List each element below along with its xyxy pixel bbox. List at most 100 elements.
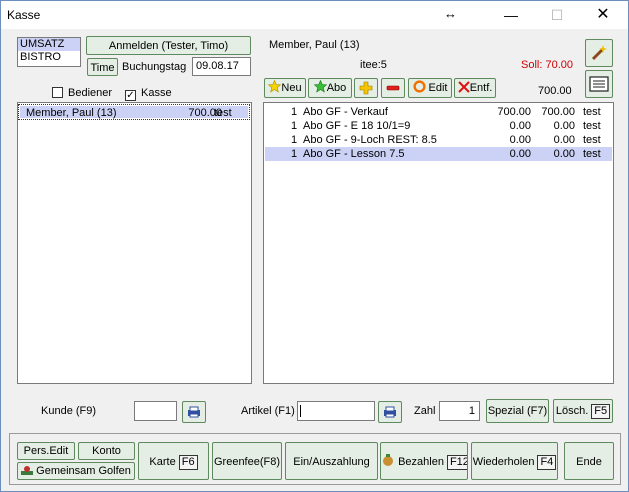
- cross-icon: [457, 81, 470, 93]
- money-bag-icon: [383, 454, 393, 466]
- kunde-input[interactable]: [134, 401, 177, 421]
- mode-item-bistro[interactable]: BISTRO: [18, 51, 80, 64]
- new-button[interactable]: Neu: [264, 78, 306, 98]
- item-count: itee:5: [360, 59, 387, 71]
- cash-register-icon: [589, 76, 609, 92]
- table-row[interactable]: 1 Abo GF - 9-Loch REST: 8.5 0.00 0.00 te…: [265, 133, 612, 147]
- booking-day-label: Buchungstag: [122, 61, 187, 73]
- loesch-button[interactable]: Lösch. F5: [553, 399, 613, 423]
- member-name: Member, Paul (13): [269, 39, 360, 51]
- minus-icon: [386, 85, 400, 91]
- login-button[interactable]: Anmelden (Tester, Timo): [86, 36, 251, 55]
- ein-auszahlung-button[interactable]: Ein/Auszahlung: [285, 442, 378, 480]
- bezahlen-button[interactable]: Bezahlen F12: [380, 442, 468, 480]
- magic-wand-button[interactable]: [585, 39, 613, 67]
- soll-amount: Soll: 70.00: [521, 59, 573, 71]
- item-note: test: [583, 120, 601, 132]
- item-qty: 1: [291, 106, 298, 118]
- printer-icon: [384, 406, 396, 418]
- minus-button[interactable]: [381, 78, 405, 98]
- edit-button[interactable]: Edit: [408, 78, 452, 98]
- bediener-checkbox-box[interactable]: [52, 87, 63, 98]
- karte-button[interactable]: Karte F6: [138, 442, 209, 480]
- item-note: test: [583, 106, 601, 118]
- zahl-value: 1: [468, 405, 475, 417]
- magic-wand-icon: [591, 45, 607, 61]
- wiederholen-key: F4: [537, 455, 557, 470]
- item-name: Abo GF - 9-Loch REST: 8.5: [303, 134, 437, 146]
- item-qty: 1: [291, 120, 298, 132]
- close-icon[interactable]: ✕: [580, 5, 626, 25]
- gemeinsam-golfen-button[interactable]: Gemeinsam Golfen: [17, 462, 135, 480]
- bediener-label: Bediener: [68, 87, 113, 99]
- artikel-label: Artikel (F1): [241, 405, 295, 417]
- booking-day-field: 09.08.17: [192, 57, 251, 76]
- item-price: 0.00: [509, 148, 531, 160]
- item-name: Abo GF - E 18 10/1=9: [303, 120, 411, 132]
- spezial-button[interactable]: Spezial (F7): [486, 399, 549, 423]
- item-total: 0.00: [553, 120, 575, 132]
- item-qty: 1: [291, 134, 298, 146]
- table-row[interactable]: 1 Abo GF - Lesson 7.5 0.00 0.00 test: [265, 147, 612, 161]
- item-name: Abo GF - Lesson 7.5: [303, 148, 405, 160]
- item-note: test: [583, 134, 601, 146]
- mode-item-umsatz[interactable]: UMSATZ: [18, 38, 80, 51]
- resize-arrows-icon: ↔: [444, 6, 457, 21]
- mode-list[interactable]: UMSATZ BISTRO: [17, 37, 81, 67]
- bediener-checkbox[interactable]: Bediener: [52, 87, 112, 99]
- ende-button[interactable]: Ende: [564, 442, 614, 480]
- golf-icon: [21, 466, 34, 475]
- total-amount: 700.00: [538, 85, 572, 97]
- delete-button[interactable]: Entf.: [454, 78, 496, 98]
- karte-button-label: Karte: [149, 456, 176, 468]
- artikel-input[interactable]: [297, 401, 375, 421]
- item-total: 700.00: [541, 106, 575, 118]
- kunde-label: Kunde (F9): [41, 405, 97, 417]
- wiederholen-button-label: Wiederholen: [472, 456, 535, 468]
- gemeinsam-golfen-label: Gemeinsam Golfen: [36, 465, 131, 477]
- table-row[interactable]: 1 Abo GF - E 18 10/1=9 0.00 0.00 test: [265, 119, 612, 133]
- text-cursor: [300, 405, 301, 417]
- pers-edit-button[interactable]: Pers.Edit: [17, 442, 75, 460]
- star-yellow-icon: [268, 79, 282, 93]
- list-item[interactable]: Member, Paul (13) 700.00 test: [18, 104, 250, 120]
- window-title: Kasse: [7, 8, 41, 22]
- abo-button[interactable]: Abo: [308, 78, 352, 98]
- item-price: 0.00: [509, 120, 531, 132]
- ring-icon: [412, 80, 426, 93]
- bezahlen-button-label: Bezahlen: [398, 456, 444, 468]
- kasse-checkbox-box[interactable]: ✓: [125, 90, 136, 101]
- karte-key: F6: [178, 455, 198, 470]
- new-button-label: Neu: [281, 82, 302, 94]
- title-bar: Kasse ↔ — ☐ ✕: [1, 1, 628, 29]
- kasse-checkbox[interactable]: ✓ Kasse: [125, 87, 172, 101]
- member-list[interactable]: Member, Paul (13) 700.00 test: [17, 102, 252, 384]
- list-item-note: test: [214, 107, 232, 119]
- loesch-button-label: Lösch.: [555, 405, 589, 417]
- star-green-icon: [313, 79, 327, 93]
- items-list[interactable]: 1 Abo GF - Verkauf 700.00 700.00 test 1 …: [263, 102, 614, 384]
- item-price: 700.00: [497, 106, 531, 118]
- delete-button-label: Entf.: [469, 82, 493, 94]
- maximize-icon[interactable]: ☐: [534, 5, 580, 25]
- loesch-key: F5: [591, 404, 611, 419]
- zahl-input[interactable]: 1: [439, 401, 480, 421]
- kasse-label: Kasse: [141, 87, 172, 99]
- plus-icon: [359, 81, 373, 95]
- item-total: 0.00: [553, 148, 575, 160]
- wiederholen-button[interactable]: Wiederholen F4: [471, 442, 558, 480]
- item-note: test: [583, 148, 601, 160]
- artikel-search-button[interactable]: [378, 401, 402, 423]
- konto-button[interactable]: Konto: [78, 442, 135, 460]
- list-item-name: Member, Paul (13): [26, 107, 117, 119]
- bezahlen-key: F12: [446, 455, 467, 470]
- time-button[interactable]: Time: [87, 58, 118, 76]
- greenfee-button[interactable]: Greenfee(F8): [212, 442, 282, 480]
- item-price: 0.00: [509, 134, 531, 146]
- plus-button[interactable]: [354, 78, 378, 98]
- minimize-icon[interactable]: —: [488, 5, 534, 25]
- booking-day-value: 09.08.17: [196, 60, 239, 72]
- table-row[interactable]: 1 Abo GF - Verkauf 700.00 700.00 test: [265, 105, 612, 119]
- register-button[interactable]: [585, 70, 613, 98]
- kunde-search-button[interactable]: [182, 401, 206, 423]
